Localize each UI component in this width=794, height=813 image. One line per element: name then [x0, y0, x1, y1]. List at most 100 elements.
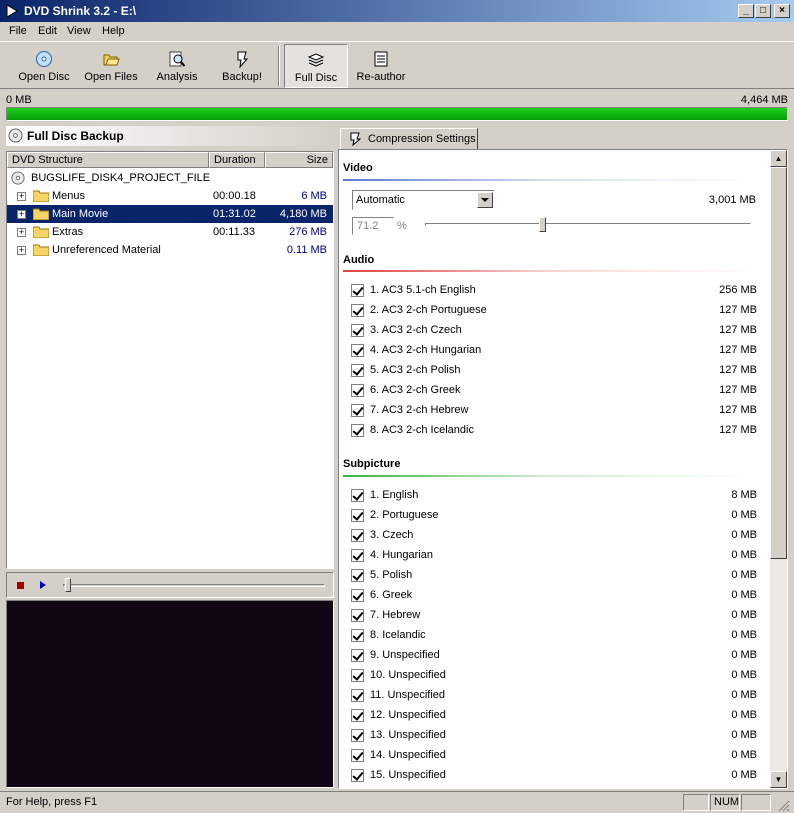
tree-row[interactable]: + Extras 00:11.33 276 MB [7, 223, 333, 241]
tree-row[interactable]: + Menus 00:00.18 6 MB [7, 187, 333, 205]
track-row[interactable]: 7. Hebrew 0 MB [351, 607, 761, 625]
menu-view[interactable]: View [67, 25, 91, 37]
track-row[interactable]: 3. AC3 2-ch Czech 127 MB [351, 322, 761, 340]
track-checkbox[interactable] [351, 324, 364, 337]
scroll-up-icon[interactable]: ▲ [770, 150, 787, 167]
track-checkbox[interactable] [351, 404, 364, 417]
expand-icon[interactable]: + [17, 246, 26, 255]
tree-row[interactable]: + Main Movie 01:31.02 4,180 MB [7, 205, 333, 223]
expand-icon[interactable]: + [17, 228, 26, 237]
track-checkbox[interactable] [351, 749, 364, 762]
track-checkbox[interactable] [351, 729, 364, 742]
track-row[interactable]: 2. AC3 2-ch Portuguese 127 MB [351, 302, 761, 320]
track-row[interactable]: 11. Unspecified 0 MB [351, 687, 761, 705]
track-row[interactable]: 15. Unspecified 0 MB [351, 767, 761, 785]
track-label: 2. Portuguese [370, 509, 439, 521]
expand-icon[interactable]: + [17, 192, 26, 201]
play-icon[interactable] [38, 580, 48, 590]
track-row[interactable]: 13. Unspecified 0 MB [351, 727, 761, 745]
scroll-thumb[interactable] [770, 167, 787, 559]
track-label: 7. Hebrew [370, 609, 421, 621]
tree-row[interactable]: + Unreferenced Material 0.11 MB [7, 241, 333, 259]
open-files-button[interactable]: Open Files [78, 44, 144, 88]
column-duration[interactable]: Duration [209, 152, 265, 168]
scroll-down-icon[interactable]: ▼ [770, 771, 787, 788]
tab-compression-settings[interactable]: Compression Settings [340, 128, 478, 150]
track-row[interactable]: 6. AC3 2-ch Greek 127 MB [351, 382, 761, 400]
track-size: 127 MB [719, 384, 757, 396]
track-row[interactable]: 5. Polish 0 MB [351, 567, 761, 585]
tree-root[interactable]: BUGSLIFE_DISK4_PROJECT_FILE [7, 169, 333, 187]
track-checkbox[interactable] [351, 589, 364, 602]
backup-button[interactable]: Backup! [212, 44, 272, 88]
track-checkbox[interactable] [351, 769, 364, 782]
track-checkbox[interactable] [351, 364, 364, 377]
track-checkbox[interactable] [351, 384, 364, 397]
expand-icon[interactable]: + [17, 210, 26, 219]
menu-help[interactable]: Help [102, 25, 125, 37]
menu-edit[interactable]: Edit [38, 25, 57, 37]
track-checkbox[interactable] [351, 509, 364, 522]
left-panel-title: Full Disc Backup [27, 129, 124, 143]
menu-file[interactable]: File [9, 25, 27, 37]
minimize-button[interactable]: _ [738, 4, 754, 18]
track-checkbox[interactable] [351, 489, 364, 502]
left-panel-header: Full Disc Backup [6, 126, 334, 146]
seek-thumb[interactable] [65, 578, 71, 592]
close-button[interactable]: × [774, 4, 790, 18]
track-row[interactable]: 14. Unspecified 0 MB [351, 747, 761, 765]
track-checkbox[interactable] [351, 424, 364, 437]
maximize-button[interactable]: □ [755, 4, 771, 18]
track-row[interactable]: 3. Czech 0 MB [351, 527, 761, 545]
track-checkbox[interactable] [351, 649, 364, 662]
track-row[interactable]: 7. AC3 2-ch Hebrew 127 MB [351, 402, 761, 420]
track-row[interactable]: 6. Greek 0 MB [351, 587, 761, 605]
track-checkbox[interactable] [351, 304, 364, 317]
track-checkbox[interactable] [351, 549, 364, 562]
track-checkbox[interactable] [351, 669, 364, 682]
video-mode-select[interactable]: Automatic [352, 190, 495, 210]
track-checkbox[interactable] [351, 284, 364, 297]
video-percent-field[interactable]: 71.2 [352, 217, 394, 235]
track-checkbox[interactable] [351, 609, 364, 622]
audio-section-line [343, 270, 761, 272]
open-disc-button[interactable]: Open Disc [10, 44, 78, 88]
vertical-scrollbar[interactable]: ▲ ▼ [770, 150, 787, 788]
track-label: 13. Unspecified [370, 729, 446, 741]
track-row[interactable]: 9. Unspecified 0 MB [351, 647, 761, 665]
track-row[interactable]: 8. Icelandic 0 MB [351, 627, 761, 645]
track-row[interactable]: 1. AC3 5.1-ch English 256 MB [351, 282, 761, 300]
video-compression-thumb[interactable] [539, 217, 547, 232]
track-checkbox[interactable] [351, 344, 364, 357]
re-author-button[interactable]: Re-author [350, 44, 412, 88]
stop-icon[interactable] [17, 582, 24, 589]
track-row[interactable]: 12. Unspecified 0 MB [351, 707, 761, 725]
track-row[interactable]: 5. AC3 2-ch Polish 127 MB [351, 362, 761, 380]
track-row[interactable]: 8. AC3 2-ch Icelandic 127 MB [351, 422, 761, 440]
backup-icon [237, 51, 249, 68]
track-size: 0 MB [731, 529, 757, 541]
track-checkbox[interactable] [351, 629, 364, 642]
resize-grip-icon[interactable] [776, 798, 790, 812]
track-checkbox[interactable] [351, 689, 364, 702]
track-row[interactable]: 2. Portuguese 0 MB [351, 507, 761, 525]
seek-track[interactable] [63, 584, 325, 587]
tree-root-label: BUGSLIFE_DISK4_PROJECT_FILE [31, 172, 211, 184]
track-checkbox[interactable] [351, 529, 364, 542]
track-row[interactable]: 4. AC3 2-ch Hungarian 127 MB [351, 342, 761, 360]
analysis-button[interactable]: Analysis [146, 44, 208, 88]
video-size: 3,001 MB [708, 194, 756, 206]
dvd-structure-tree: DVD Structure Duration Size BUGSLIFE_DIS… [6, 151, 334, 569]
track-row[interactable]: 1. English 8 MB [351, 487, 761, 505]
full-disc-button[interactable]: Full Disc [284, 44, 348, 88]
track-checkbox[interactable] [351, 569, 364, 582]
track-checkbox[interactable] [351, 709, 364, 722]
track-label: 7. AC3 2-ch Hebrew [370, 404, 469, 416]
compression-settings-panel: Video Automatic 3,001 MB 71.2 % Audio 1.… [338, 149, 788, 789]
chevron-down-icon[interactable] [477, 192, 493, 208]
column-size[interactable]: Size [265, 152, 333, 168]
track-row[interactable]: 4. Hungarian 0 MB [351, 547, 761, 565]
column-dvd-structure[interactable]: DVD Structure [7, 152, 209, 168]
video-compression-track[interactable] [425, 223, 751, 226]
track-row[interactable]: 10. Unspecified 0 MB [351, 667, 761, 685]
